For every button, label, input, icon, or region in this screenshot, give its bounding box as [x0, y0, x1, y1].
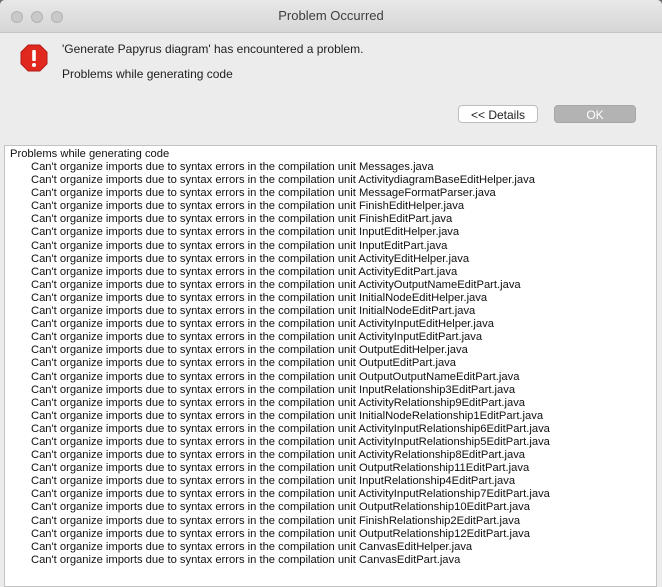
details-line: Can't organize imports due to syntax err… — [31, 527, 531, 540]
details-line: Can't organize imports due to syntax err… — [31, 331, 483, 344]
details-line: Can't organize imports due to syntax err… — [31, 200, 465, 213]
error-icon — [20, 44, 48, 72]
problem-dialog-window: Problem Occurred 'Generate Papyrus diagr… — [0, 0, 662, 587]
details-line: Can't organize imports due to syntax err… — [31, 252, 470, 265]
details-line: Can't organize imports due to syntax err… — [31, 553, 461, 566]
details-line: Can't organize imports due to syntax err… — [31, 291, 488, 304]
details-line: Can't organize imports due to syntax err… — [31, 409, 544, 422]
details-line: Can't organize imports due to syntax err… — [31, 383, 516, 396]
title-bar: Problem Occurred — [0, 0, 662, 33]
details-line: Can't organize imports due to syntax err… — [31, 540, 473, 553]
details-line: Can't organize imports due to syntax err… — [31, 226, 460, 239]
details-line: Can't organize imports due to syntax err… — [31, 161, 434, 173]
details-text-area[interactable]: Problems while generating code Can't org… — [4, 145, 657, 587]
details-line: Can't organize imports due to syntax err… — [31, 239, 448, 252]
details-line: Can't organize imports due to syntax err… — [31, 488, 550, 501]
details-line: Can't organize imports due to syntax err… — [31, 435, 550, 448]
details-line: Can't organize imports due to syntax err… — [31, 344, 468, 357]
details-button[interactable]: << Details — [458, 105, 538, 123]
details-line: Can't organize imports due to syntax err… — [31, 462, 530, 475]
details-line: Can't organize imports due to syntax err… — [31, 370, 520, 383]
details-line: Can't organize imports due to syntax err… — [31, 278, 521, 291]
details-line: Can't organize imports due to syntax err… — [31, 357, 456, 370]
details-line: Can't organize imports due to syntax err… — [31, 305, 476, 318]
details-line: Can't organize imports due to syntax err… — [31, 318, 494, 331]
details-line: Can't organize imports due to syntax err… — [31, 449, 526, 462]
details-line: Can't organize imports due to syntax err… — [31, 422, 550, 435]
details-line: Can't organize imports due to syntax err… — [31, 265, 458, 278]
error-message: 'Generate Papyrus diagram' has encounter… — [62, 42, 364, 56]
details-line: Can't organize imports due to syntax err… — [31, 475, 516, 488]
error-detail: Problems while generating code — [62, 67, 233, 81]
details-line: Can't organize imports due to syntax err… — [31, 514, 521, 527]
window-title: Problem Occurred — [278, 8, 384, 23]
details-line: Can't organize imports due to syntax err… — [31, 213, 453, 226]
details-line: Can't organize imports due to syntax err… — [31, 174, 535, 187]
details-lines: Can't organize imports due to syntax err… — [31, 161, 550, 567]
details-line: Can't organize imports due to syntax err… — [31, 501, 531, 514]
details-line: Can't organize imports due to syntax err… — [31, 187, 496, 200]
ok-button[interactable]: OK — [554, 105, 636, 123]
details-line: Can't organize imports due to syntax err… — [31, 396, 526, 409]
details-header: Problems while generating code — [10, 148, 170, 160]
